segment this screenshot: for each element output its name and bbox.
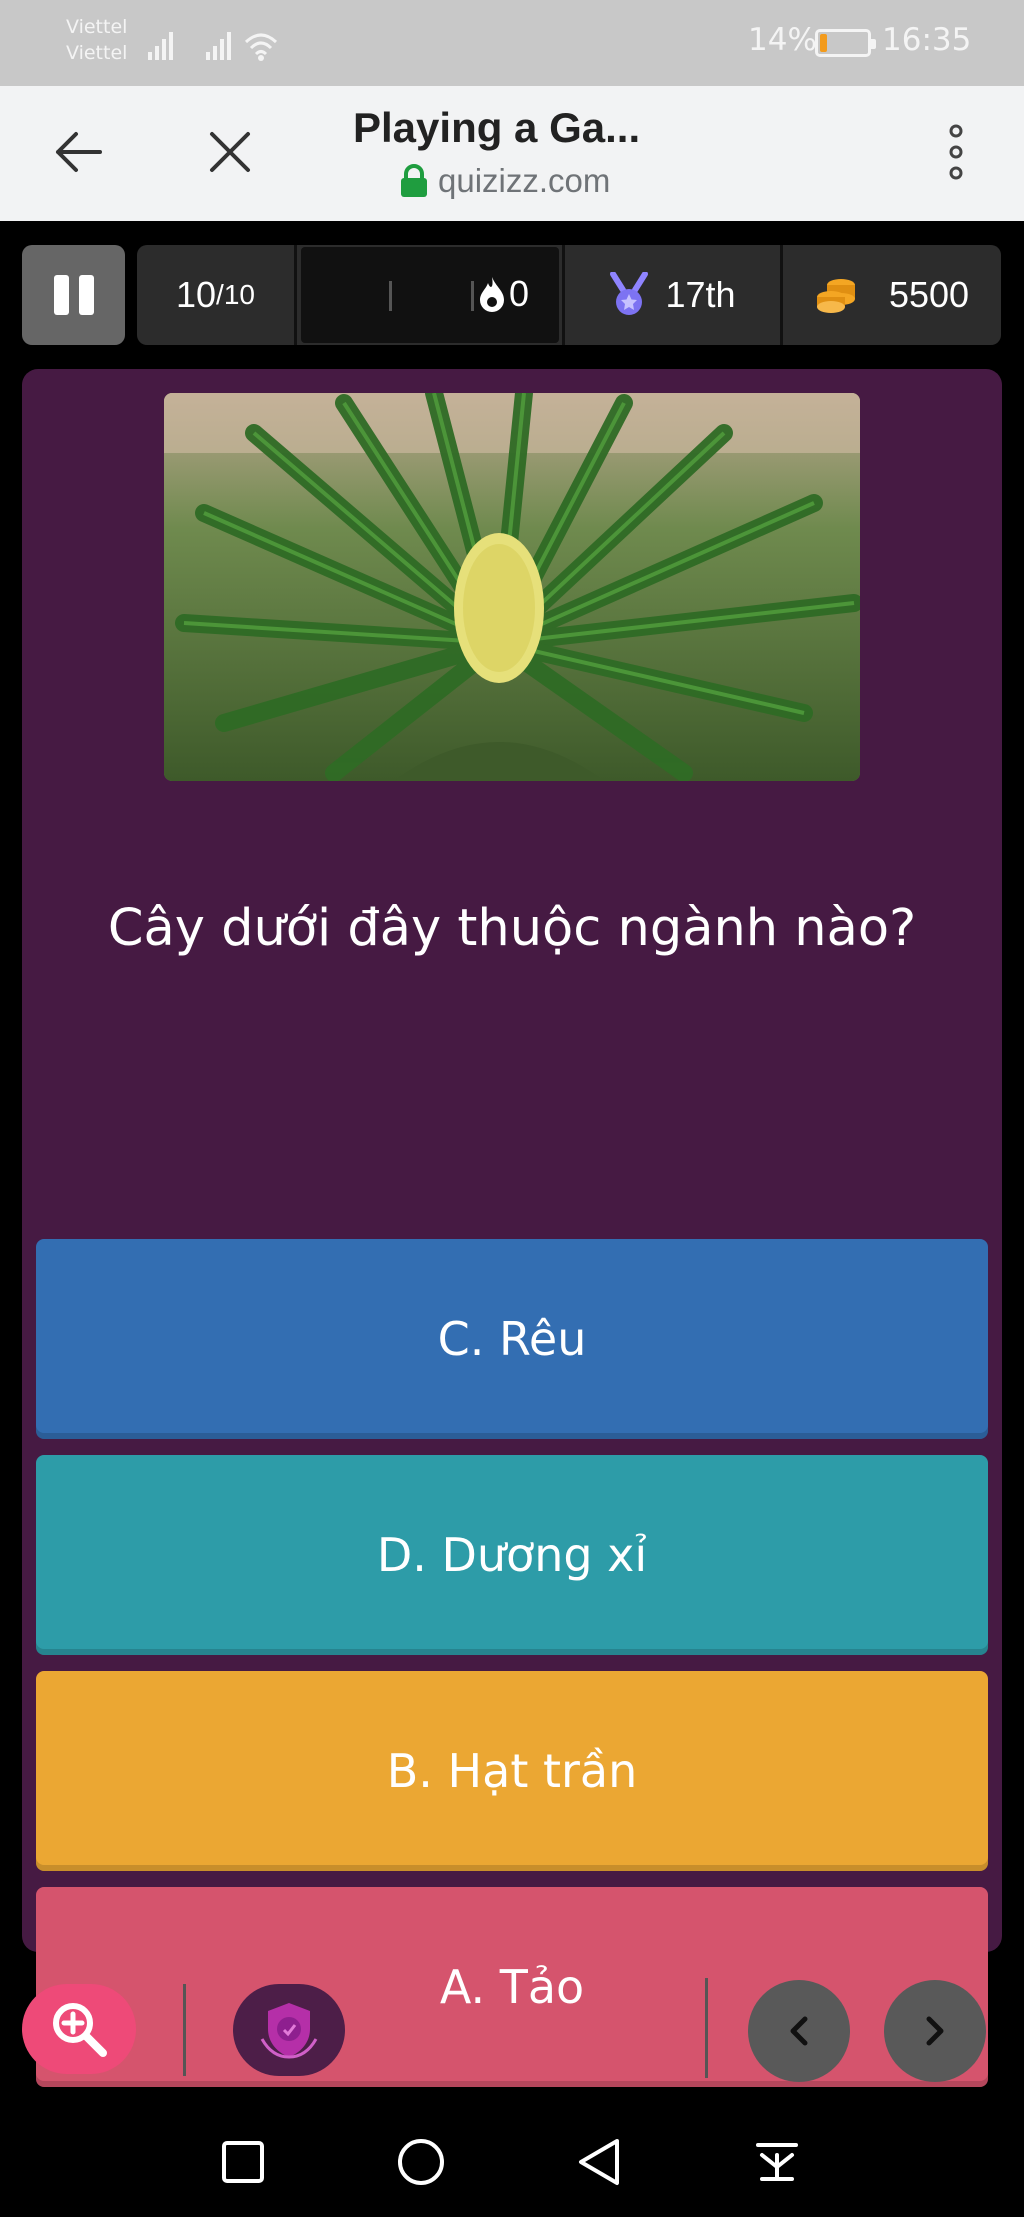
question-card: Cây dưới đây thuộc ngành nào? C. Rêu D. … — [22, 369, 1002, 2087]
streak-tick — [389, 281, 392, 311]
cycad-plant-image — [164, 393, 860, 781]
question-counter-total: /10 — [216, 279, 255, 310]
notification-pull-icon — [756, 2143, 798, 2181]
zoom-in-icon — [53, 2003, 107, 2057]
divider — [294, 245, 297, 345]
more-vert-icon — [949, 124, 963, 180]
game-area: 10/10 0 17th 5500 Cây dưới đây thuộc ngà… — [0, 221, 1024, 2217]
chevron-left-icon — [790, 2016, 808, 2046]
more-options-button[interactable] — [914, 110, 998, 194]
divider — [183, 1984, 186, 2076]
recents-button[interactable] — [213, 2132, 273, 2192]
flame-icon — [480, 277, 504, 312]
powerup-icon — [260, 2003, 318, 2059]
back-nav-button[interactable] — [569, 2132, 629, 2192]
battery-icon — [815, 29, 876, 57]
powerup-button[interactable] — [233, 1984, 345, 2076]
lock-icon — [401, 164, 427, 197]
chevron-right-icon — [926, 2016, 944, 2046]
rank-value: 17th — [665, 274, 736, 315]
coins-value: 5500 — [888, 274, 970, 315]
answer-option-3[interactable]: B. Hạt trần — [36, 1671, 988, 1871]
clock: 16:35 — [882, 22, 972, 58]
back-icon — [579, 2139, 619, 2185]
question-text: Cây dưới đây thuộc ngành nào? — [107, 899, 917, 958]
streak-tick — [471, 281, 474, 311]
back-button[interactable] — [36, 110, 120, 194]
game-bottom-toolbar — [0, 1978, 1024, 2082]
question-counter-current: 10 — [176, 274, 217, 315]
pause-icon — [78, 275, 94, 315]
question-image[interactable] — [164, 393, 860, 781]
carrier-1: Viettel — [66, 16, 128, 38]
url-line[interactable]: quizizz.com — [400, 162, 610, 200]
answer-option-2[interactable]: D. Dương xỉ — [36, 1455, 988, 1655]
divider — [705, 1978, 708, 2078]
recents-icon — [222, 2141, 264, 2183]
back-arrow-icon — [56, 132, 102, 172]
game-stats-bar: 10/10 0 17th 5500 — [137, 245, 1001, 345]
next-button[interactable] — [884, 1980, 986, 2082]
status-bar: Viettel Viettel 14% 16:35 — [0, 0, 1024, 86]
url-text: quizizz.com — [438, 162, 611, 199]
pause-button[interactable] — [22, 245, 125, 345]
signal-icon — [148, 32, 278, 61]
rank-display: 17th — [565, 245, 780, 345]
previous-button[interactable] — [748, 1980, 850, 2082]
coins-display: 5500 — [783, 245, 1001, 345]
android-navigation-bar — [0, 2110, 1024, 2217]
answer-option-1[interactable]: C. Rêu — [36, 1239, 988, 1439]
carrier-2: Viettel — [66, 42, 128, 64]
close-tab-button[interactable] — [188, 110, 272, 194]
streak-box: 0 — [301, 247, 559, 343]
carrier-labels: Viettel Viettel — [66, 14, 127, 66]
streak-count: 0 — [509, 273, 530, 314]
close-icon — [210, 132, 250, 172]
question-counter: 10/10 — [137, 245, 294, 345]
notification-pull-button[interactable] — [747, 2132, 807, 2192]
coins-icon — [816, 279, 855, 313]
zoom-button[interactable] — [22, 1984, 136, 2074]
wifi-icon — [244, 33, 278, 56]
home-button[interactable] — [391, 2132, 451, 2192]
medal-icon — [610, 272, 649, 315]
page-title: Playing a Ga... — [353, 104, 641, 151]
browser-toolbar: Playing a Ga... quizizz.com — [0, 86, 1024, 221]
battery-fill — [820, 34, 827, 52]
battery-percent: 14% — [748, 22, 817, 58]
home-icon — [398, 2139, 444, 2185]
pause-icon — [53, 275, 69, 315]
